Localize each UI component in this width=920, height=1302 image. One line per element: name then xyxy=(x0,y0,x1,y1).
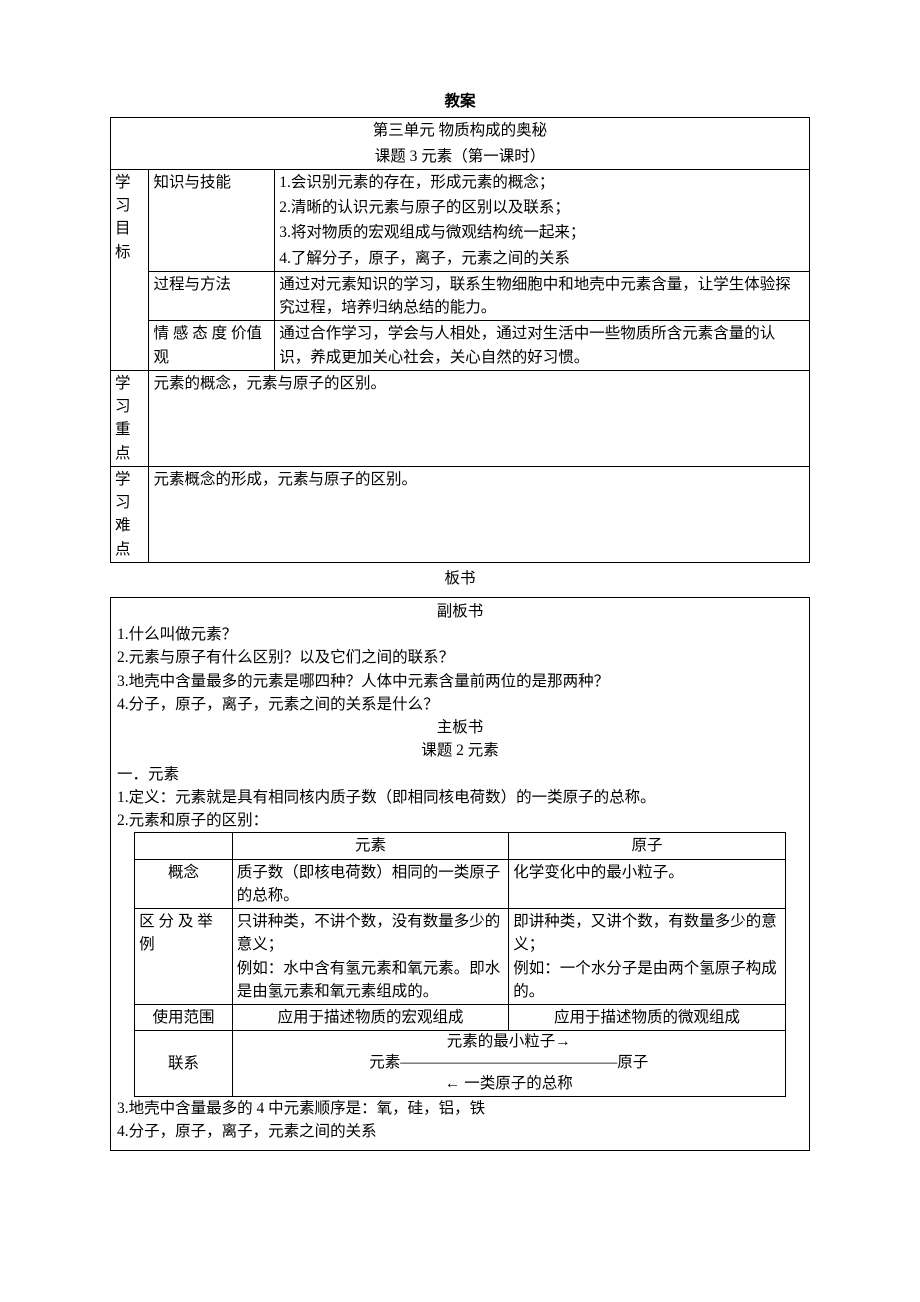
note3: 3.地壳中含量最多的 4 中元素顺序是：氧，硅，铝，铁 xyxy=(117,1097,803,1120)
note4: 4.分子，原子，离子，元素之间的关系 xyxy=(117,1120,803,1143)
obj-process-label: 过程与方法 xyxy=(149,271,275,321)
difficulty-label: 学 习难 点 xyxy=(111,466,149,562)
definition-line: 1.定义：元素就是具有相同核内质子数（即相同核电荷数）的一类原子的总称。 xyxy=(117,786,803,809)
page-title: 教案 xyxy=(110,90,810,113)
comparison-table: 元素 原子 概念 质子数（即核电荷数）相同的一类原子的总称。 化学变化中的最小粒… xyxy=(134,832,786,1097)
obj-process-text: 通过对元素知识的学习，联系生物细胞中和地壳中元素含量，让学生体验探究过程，培养归… xyxy=(275,271,810,321)
row-scope-label: 使用范围 xyxy=(135,1005,233,1031)
keypoint-label: 学 习重 点 xyxy=(111,370,149,466)
th-atom: 原子 xyxy=(509,833,786,859)
relation-top-line: 元素的最小粒子→ xyxy=(237,1032,781,1053)
keypoint-text: 元素的概念，元素与原子的区别。 xyxy=(149,370,810,466)
board-q1: 1.什么叫做元素？ xyxy=(117,623,803,646)
row-link-label: 联系 xyxy=(135,1031,233,1097)
difficulty-text: 元素概念的形成，元素与原子的区别。 xyxy=(149,466,810,562)
row-concept-label: 概念 xyxy=(135,859,233,909)
lesson-title: 课题 3 元素（第一课时） xyxy=(111,144,810,170)
obj-knowledge-line1: 1.会识别元素的存在，形成元素的概念； xyxy=(275,169,810,195)
row-scope-element: 应用于描述物质的宏观组成 xyxy=(232,1005,509,1031)
main-board-topic: 课题 2 元素 xyxy=(117,739,803,762)
sub-board-heading: 副板书 xyxy=(117,600,803,623)
relation-mid-line: 元素——————————————原子 xyxy=(237,1053,781,1074)
board-content-cell: 副板书 1.什么叫做元素？ 2.元素与原子有什么区别？以及它们之间的联系？ 3.… xyxy=(111,597,810,1150)
diff-label: 2.元素和原子的区别： xyxy=(117,809,803,832)
row-concept-atom: 化学变化中的最小粒子。 xyxy=(509,859,786,909)
row-diff-label: 区 分 及 举例 xyxy=(135,909,233,1005)
obj-attitude-text: 通过合作学习，学会与人相处，通过对生活中一些物质所含元素含量的认识，养成更加关心… xyxy=(275,321,810,371)
obj-knowledge-line2: 2.清晰的认识元素与原子的区别以及联系； xyxy=(275,195,810,220)
board-q3: 3.地壳中含量最多的元素是哪四种？人体中元素含量前两位的是那两种？ xyxy=(117,670,803,693)
main-board-heading: 主板书 xyxy=(117,716,803,739)
unit-title: 第三单元 物质构成的奥秘 xyxy=(111,118,810,144)
board-q4: 4.分子，原子，离子，元素之间的关系是什么？ xyxy=(117,693,803,716)
row-diff-atom: 即讲种类，又讲个数，有数量多少的意义； 例如：一个水分子是由两个氢原子构成的。 xyxy=(509,909,786,1005)
obj-knowledge-line4: 4.了解分子，原子，离子，元素之间的关系 xyxy=(275,246,810,272)
relation-bottom-line: ← 一类原子的总称 xyxy=(237,1074,781,1095)
row-link-diagram: 元素的最小粒子→ 元素——————————————原子 ← 一类原子的总称 xyxy=(232,1031,785,1097)
objectives-row-label: 学习目标 xyxy=(111,169,149,370)
th-element: 元素 xyxy=(232,833,509,859)
board-heading: 板书 xyxy=(111,562,810,597)
obj-attitude-label: 情 感 态 度 价值观 xyxy=(149,321,275,371)
board-q2: 2.元素与原子有什么区别？以及它们之间的联系？ xyxy=(117,646,803,669)
section1-heading: 一．元素 xyxy=(117,763,803,786)
lesson-plan-table: 第三单元 物质构成的奥秘 课题 3 元素（第一课时） 学习目标 知识与技能 1.… xyxy=(110,117,810,1150)
obj-knowledge-line3: 3.将对物质的宏观组成与微观结构统一起来； xyxy=(275,220,810,245)
row-concept-element: 质子数（即核电荷数）相同的一类原子的总称。 xyxy=(232,859,509,909)
row-diff-element: 只讲种类，不讲个数，没有数量多少的意义； 例如：水中含有氢元素和氧元素。即水是由… xyxy=(232,909,509,1005)
row-scope-atom: 应用于描述物质的微观组成 xyxy=(509,1005,786,1031)
obj-knowledge-label: 知识与技能 xyxy=(149,169,275,271)
